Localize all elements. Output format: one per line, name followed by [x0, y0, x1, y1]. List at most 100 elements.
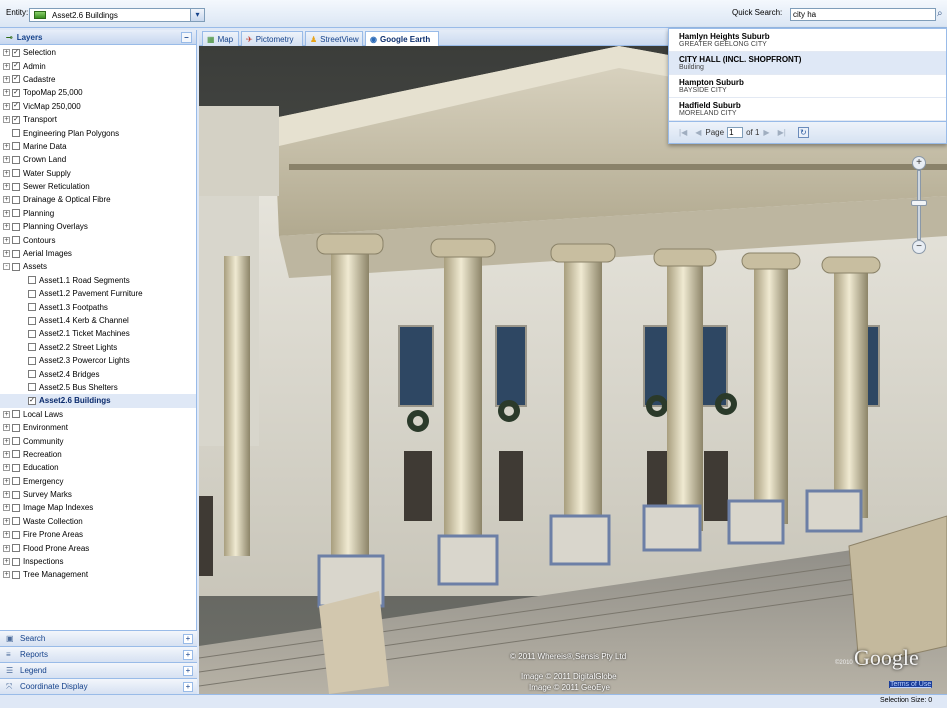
layer-item[interactable]: + ✓ Transport	[0, 113, 196, 126]
layer-checkbox[interactable]	[12, 477, 20, 486]
layer-item[interactable]: + ✓ TopoMap 25,000	[0, 86, 196, 99]
layer-item[interactable]: + Inspections	[0, 555, 196, 568]
asset-layer-item[interactable]: ✓ Asset2.6 Buildings	[0, 394, 196, 408]
reports-panel-header[interactable]: ≡ Reports +	[0, 646, 197, 662]
layer-checkbox[interactable]: ✓	[12, 48, 20, 57]
layer-checkbox[interactable]	[28, 343, 36, 352]
layer-item[interactable]: + Emergency	[0, 475, 196, 488]
layer-item[interactable]: + Local Laws	[0, 408, 196, 421]
expand-icon[interactable]: +	[3, 102, 10, 110]
layer-item[interactable]: + Fire Prone Areas	[0, 528, 196, 541]
layer-item[interactable]: Engineering Plan Polygons	[0, 126, 196, 139]
layer-item[interactable]: + Image Map Indexes	[0, 501, 196, 514]
asset-layer-item[interactable]: Asset1.4 Kerb & Channel	[0, 314, 196, 327]
expand-icon[interactable]: +	[3, 531, 10, 539]
layer-item[interactable]: + Recreation	[0, 448, 196, 461]
layer-checkbox[interactable]	[28, 316, 36, 325]
expand-icon[interactable]: +	[3, 75, 10, 83]
expand-icon[interactable]: +	[3, 477, 10, 485]
next-page-icon[interactable]: ▶	[763, 128, 769, 137]
expand-icon[interactable]: +	[183, 666, 193, 676]
entity-select[interactable]: Asset2.6 Buildings ▾	[29, 8, 205, 22]
prev-page-icon[interactable]: ◀	[695, 128, 701, 137]
layer-checkbox[interactable]	[12, 262, 20, 271]
layer-checkbox[interactable]: ✓	[12, 102, 20, 111]
layer-item[interactable]: + Environment	[0, 421, 196, 434]
layer-checkbox[interactable]	[12, 450, 20, 459]
layer-checkbox[interactable]	[12, 437, 20, 446]
expand-icon[interactable]: +	[3, 49, 10, 57]
layer-checkbox[interactable]	[12, 410, 20, 419]
zoom-in-button[interactable]: +	[912, 156, 926, 170]
legend-panel-header[interactable]: ☰ Legend +	[0, 662, 197, 678]
layer-checkbox[interactable]: ✓	[28, 396, 36, 405]
coordinate-panel-header[interactable]: ⤧ Coordinate Display +	[0, 678, 197, 694]
layer-item[interactable]: + Water Supply	[0, 167, 196, 180]
layer-checkbox[interactable]	[28, 289, 36, 298]
layer-checkbox[interactable]	[12, 142, 20, 151]
expand-icon[interactable]: +	[3, 236, 10, 244]
layer-item[interactable]: - Assets	[0, 260, 196, 273]
tab-streetview[interactable]: ♟ StreetView	[305, 31, 363, 46]
asset-layer-item[interactable]: Asset2.4 Bridges	[0, 367, 196, 380]
expand-icon[interactable]: +	[3, 116, 10, 124]
asset-layer-item[interactable]: Asset2.1 Ticket Machines	[0, 327, 196, 340]
zoom-out-button[interactable]: −	[912, 240, 926, 254]
layer-item[interactable]: + Waste Collection	[0, 515, 196, 528]
expand-icon[interactable]: +	[3, 410, 10, 418]
layer-item[interactable]: + ✓ VicMap 250,000	[0, 100, 196, 113]
layer-checkbox[interactable]	[12, 155, 20, 164]
expand-icon[interactable]: +	[3, 223, 10, 231]
layer-checkbox[interactable]	[28, 303, 36, 312]
search-icon[interactable]: ⌕	[937, 8, 947, 20]
expand-icon[interactable]: +	[3, 169, 10, 177]
last-page-icon[interactable]: ▶|	[778, 128, 786, 137]
asset-layer-item[interactable]: Asset2.3 Powercor Lights	[0, 354, 196, 367]
search-result[interactable]: CITY HALL (INCL. SHOPFRONT) Building	[669, 52, 946, 75]
layer-checkbox[interactable]	[28, 356, 36, 365]
layer-item[interactable]: + Survey Marks	[0, 488, 196, 501]
expand-icon[interactable]: +	[3, 464, 10, 472]
layer-checkbox[interactable]	[28, 370, 36, 379]
expand-icon[interactable]: +	[3, 89, 10, 97]
layer-checkbox[interactable]	[12, 195, 20, 204]
layer-checkbox[interactable]	[12, 490, 20, 499]
layer-checkbox[interactable]	[12, 544, 20, 553]
layer-item[interactable]: + ✓ Selection	[0, 46, 196, 59]
expand-icon[interactable]: +	[3, 424, 10, 432]
layer-item[interactable]: + Education	[0, 461, 196, 474]
layer-item[interactable]: + Crown Land	[0, 153, 196, 166]
quick-search-input[interactable]	[790, 8, 936, 21]
expand-icon[interactable]: +	[3, 62, 10, 70]
layer-item[interactable]: + Planning Overlays	[0, 220, 196, 233]
expand-icon[interactable]: +	[3, 558, 10, 566]
expand-icon[interactable]: +	[3, 183, 10, 191]
expand-icon[interactable]: +	[3, 156, 10, 164]
layer-checkbox[interactable]	[28, 276, 36, 285]
layer-checkbox[interactable]: ✓	[12, 75, 20, 84]
layer-item[interactable]: + Contours	[0, 233, 196, 246]
page-input[interactable]	[727, 127, 744, 138]
expand-icon[interactable]: +	[3, 517, 10, 525]
layer-item[interactable]: + Tree Management	[0, 568, 196, 581]
search-panel-header[interactable]: ▣ Search +	[0, 630, 197, 646]
expand-icon[interactable]: +	[3, 196, 10, 204]
layer-item[interactable]: + Planning	[0, 207, 196, 220]
layer-checkbox[interactable]	[28, 383, 36, 392]
layer-item[interactable]: + Drainage & Optical Fibre	[0, 193, 196, 206]
expand-icon[interactable]: +	[3, 544, 10, 552]
asset-layer-item[interactable]: Asset1.3 Footpaths	[0, 300, 196, 313]
layer-checkbox[interactable]	[12, 463, 20, 472]
expand-icon[interactable]: +	[183, 682, 193, 692]
layer-checkbox[interactable]	[12, 570, 20, 579]
layer-checkbox[interactable]	[12, 169, 20, 178]
search-result[interactable]: Hampton Suburb BAYSIDE CITY	[669, 75, 946, 98]
layer-checkbox[interactable]	[12, 249, 20, 258]
search-result[interactable]: Hadfield Suburb MORELAND CITY	[669, 98, 946, 121]
layer-checkbox[interactable]	[12, 129, 20, 138]
expand-icon[interactable]: +	[3, 209, 10, 217]
collapse-button[interactable]: –	[181, 32, 192, 43]
layer-checkbox[interactable]	[12, 222, 20, 231]
layer-item[interactable]: + Marine Data	[0, 140, 196, 153]
layer-item[interactable]: + ✓ Cadastre	[0, 73, 196, 86]
